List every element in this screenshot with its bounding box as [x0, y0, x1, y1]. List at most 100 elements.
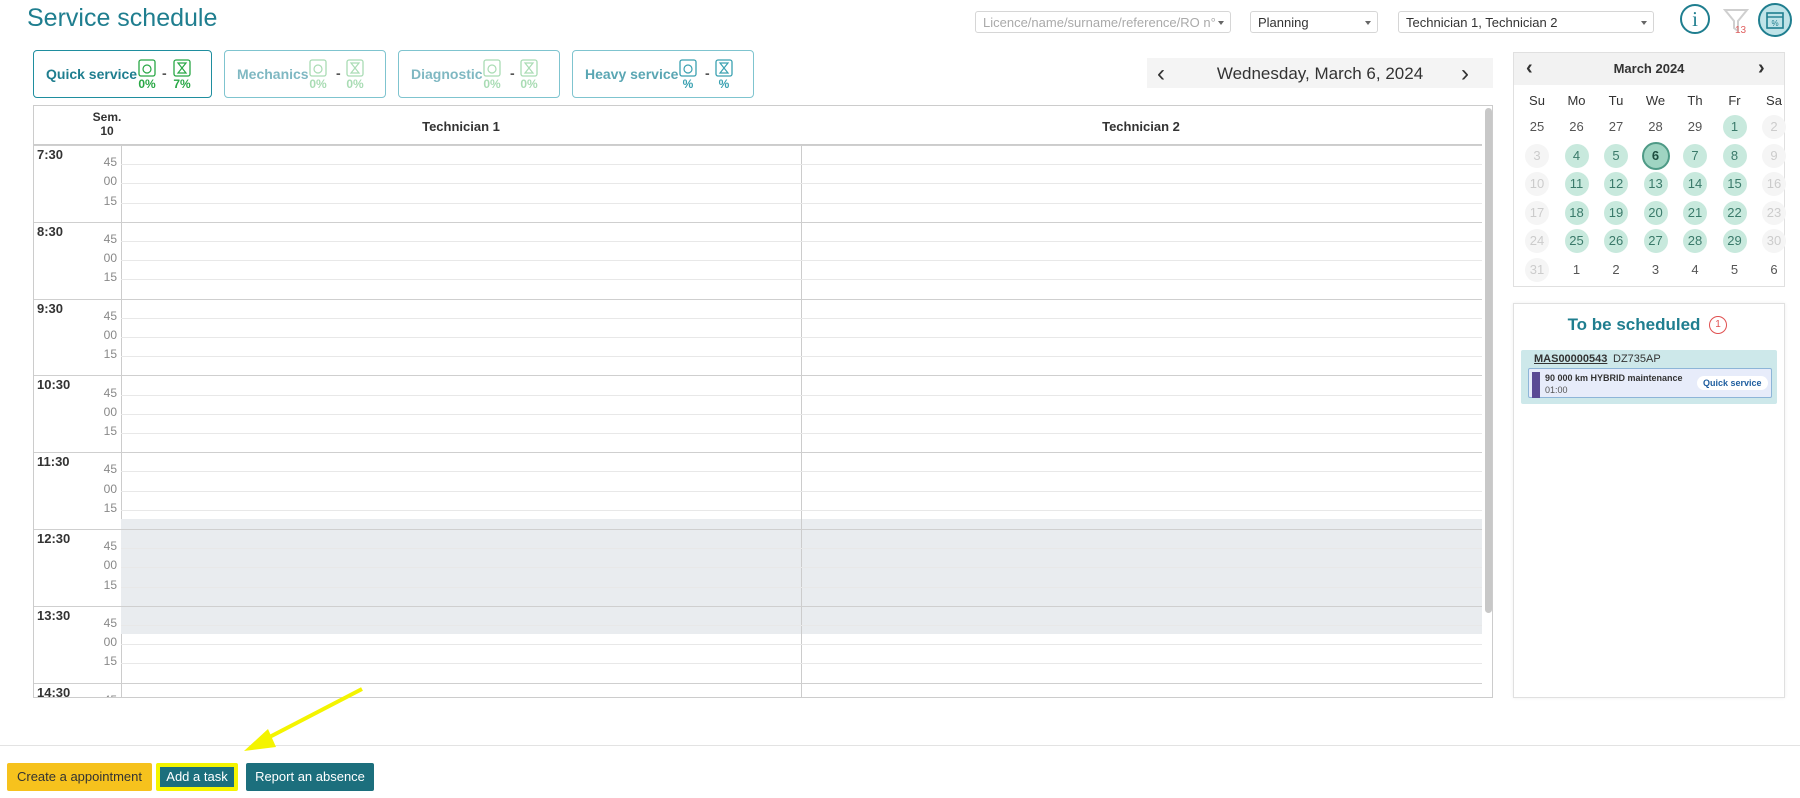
calendar-day[interactable]: 15	[1722, 172, 1747, 196]
minute-label: 00	[103, 635, 117, 650]
schedule-header: Sem. 10 Technician 1 Technician 2	[34, 106, 1482, 145]
hourglass-icon	[346, 59, 364, 77]
search-select[interactable]: Licence/name/surname/reference/RO n°	[975, 11, 1231, 33]
hour-label: 9:30	[37, 300, 64, 316]
hour-label: 10:30	[37, 377, 71, 393]
next-day-button[interactable]: ›	[1461, 60, 1469, 88]
minute-label: 45	[103, 616, 117, 630]
job-ro-link[interactable]: MAS00000543	[1534, 353, 1607, 365]
job-color-bar	[1532, 372, 1540, 398]
calendar-day[interactable]: 18	[1564, 200, 1589, 225]
service-filter-pct-a: %	[682, 77, 694, 91]
vertical-scrollbar[interactable]	[1485, 108, 1492, 613]
hour-label: 13:30	[37, 607, 71, 623]
unscheduled-job-card[interactable]: MAS00000543 DZ735AP 90 000 km HYBRID mai…	[1521, 350, 1777, 404]
calendar-day: 1	[1572, 261, 1581, 277]
calendar-day[interactable]: 19	[1604, 200, 1628, 225]
minute-label: 45	[104, 693, 117, 697]
calendar-day: 16	[1762, 172, 1786, 196]
minute-label: 45	[103, 155, 117, 170]
calendar-day[interactable]: 4	[1564, 143, 1589, 168]
calendar-day: 5	[1730, 261, 1739, 277]
job-service-badge: Quick service	[1697, 376, 1768, 390]
calendar-day[interactable]: 26	[1604, 229, 1628, 253]
search-placeholder: Licence/name/surname/reference/RO n°	[983, 15, 1216, 30]
service-filter-heavy-service[interactable]: Heavy service % - %	[572, 50, 754, 98]
calendar-day[interactable]: 7	[1683, 143, 1707, 168]
minute-label: 15	[103, 424, 117, 438]
annotation-arrow	[244, 687, 363, 751]
service-filter-mechanics[interactable]: Mechanics 0% - 0%	[224, 50, 386, 98]
report-absence-button[interactable]: Report an absence	[246, 763, 374, 791]
clock-icon	[483, 59, 501, 77]
calendar-day[interactable]: 21	[1683, 200, 1707, 225]
calendar-day: 2	[1612, 261, 1620, 277]
view-select[interactable]: Planning	[1250, 11, 1378, 33]
weekday-label: Su	[1529, 93, 1545, 108]
job-plate: DZ735AP	[1613, 353, 1661, 365]
calendar-day[interactable]: 27	[1643, 229, 1668, 253]
calendar-day: 25	[1529, 119, 1545, 134]
technician-select-value: Technician 1, Technician 2	[1406, 15, 1558, 30]
column-header-technician-1: Technician 1	[422, 119, 500, 134]
schedule-body[interactable]	[121, 145, 1482, 697]
calendar-day: 26	[1569, 119, 1584, 134]
service-filter-label: Mechanics	[237, 66, 309, 82]
mini-calendar: ‹ March 2024 › Su Mo Tu We Th Fr Sa 25 26 27 28 29 1…	[1513, 52, 1786, 287]
calendar-day: 27	[1608, 119, 1624, 134]
time-column: 7:30 45 00 15 8:30 45 00 15 9:30 45 00 15 10:30 45 00 1…	[34, 145, 122, 697]
job-task[interactable]: 90 000 km HYBRID maintenance 01:00 Quick…	[1528, 368, 1772, 398]
service-filter-pct-b: 0%	[346, 77, 364, 91]
calendar-day[interactable]: 6	[1641, 141, 1670, 170]
calendar-day[interactable]: 5	[1604, 143, 1628, 168]
service-filter-label: Diagnostic	[411, 66, 483, 82]
next-month-button[interactable]: ›	[1758, 57, 1765, 80]
hourglass-icon	[520, 59, 538, 77]
calendar-day[interactable]: 25	[1564, 229, 1589, 253]
minute-label: 00	[103, 328, 117, 342]
service-filter-pct-b: 0%	[520, 77, 538, 91]
service-filter-diagnostic[interactable]: Diagnostic 0% - 0%	[398, 50, 560, 98]
mini-calendar-header: ‹ March 2024 ›	[1514, 53, 1784, 85]
calendar-day[interactable]: 1	[1722, 115, 1747, 139]
calendar-day[interactable]: 8	[1722, 143, 1747, 168]
hour-label: 12:30	[37, 531, 71, 546]
mini-calendar-title: March 2024	[1613, 61, 1685, 76]
minute-label: 15	[103, 654, 117, 669]
service-filter-quick-service[interactable]: Quick service 0% - 7%	[33, 50, 212, 98]
calendar-percent-icon[interactable]: %	[1758, 3, 1792, 37]
calendar-day[interactable]: 12	[1604, 172, 1628, 196]
page-title: Service schedule	[27, 4, 218, 32]
calendar-day: 3	[1651, 261, 1660, 277]
create-appointment-button[interactable]: Create a appointment	[7, 763, 152, 791]
calendar-day[interactable]: 28	[1683, 229, 1707, 253]
calendar-day: 10	[1525, 172, 1549, 196]
calendar-day[interactable]: 13	[1643, 172, 1668, 196]
hour-label: 7:30	[37, 147, 64, 162]
minute-label: 15	[103, 577, 117, 592]
calendar-day: 6	[1770, 261, 1778, 277]
chevron-down-icon	[1641, 21, 1647, 25]
calendar-day[interactable]: 22	[1722, 200, 1747, 225]
service-filter-pct-a: 0%	[483, 77, 501, 91]
technician-select[interactable]: Technician 1, Technician 2	[1398, 11, 1654, 33]
calendar-day[interactable]: 14	[1683, 172, 1707, 196]
info-icon[interactable]: i	[1680, 4, 1710, 34]
minute-label: 45	[103, 308, 117, 323]
view-select-value: Planning	[1258, 15, 1309, 30]
hour-label: 8:30	[37, 223, 64, 239]
chevron-down-icon	[1218, 21, 1224, 25]
add-task-button[interactable]: Add a task	[156, 763, 238, 791]
clock-icon	[138, 59, 156, 77]
minute-label: 00	[103, 174, 117, 189]
minute-label: 15	[103, 270, 117, 285]
minute-label: 00	[103, 558, 117, 573]
hour-label: 11:30	[37, 454, 70, 470]
clock-icon	[679, 59, 697, 77]
calendar-day: 31	[1525, 257, 1549, 282]
calendar-day[interactable]: 20	[1643, 200, 1668, 225]
minute-label: 45	[103, 232, 117, 246]
minute-label: 45	[103, 385, 117, 400]
calendar-day[interactable]: 11	[1564, 172, 1589, 196]
calendar-day[interactable]: 29	[1722, 229, 1747, 253]
